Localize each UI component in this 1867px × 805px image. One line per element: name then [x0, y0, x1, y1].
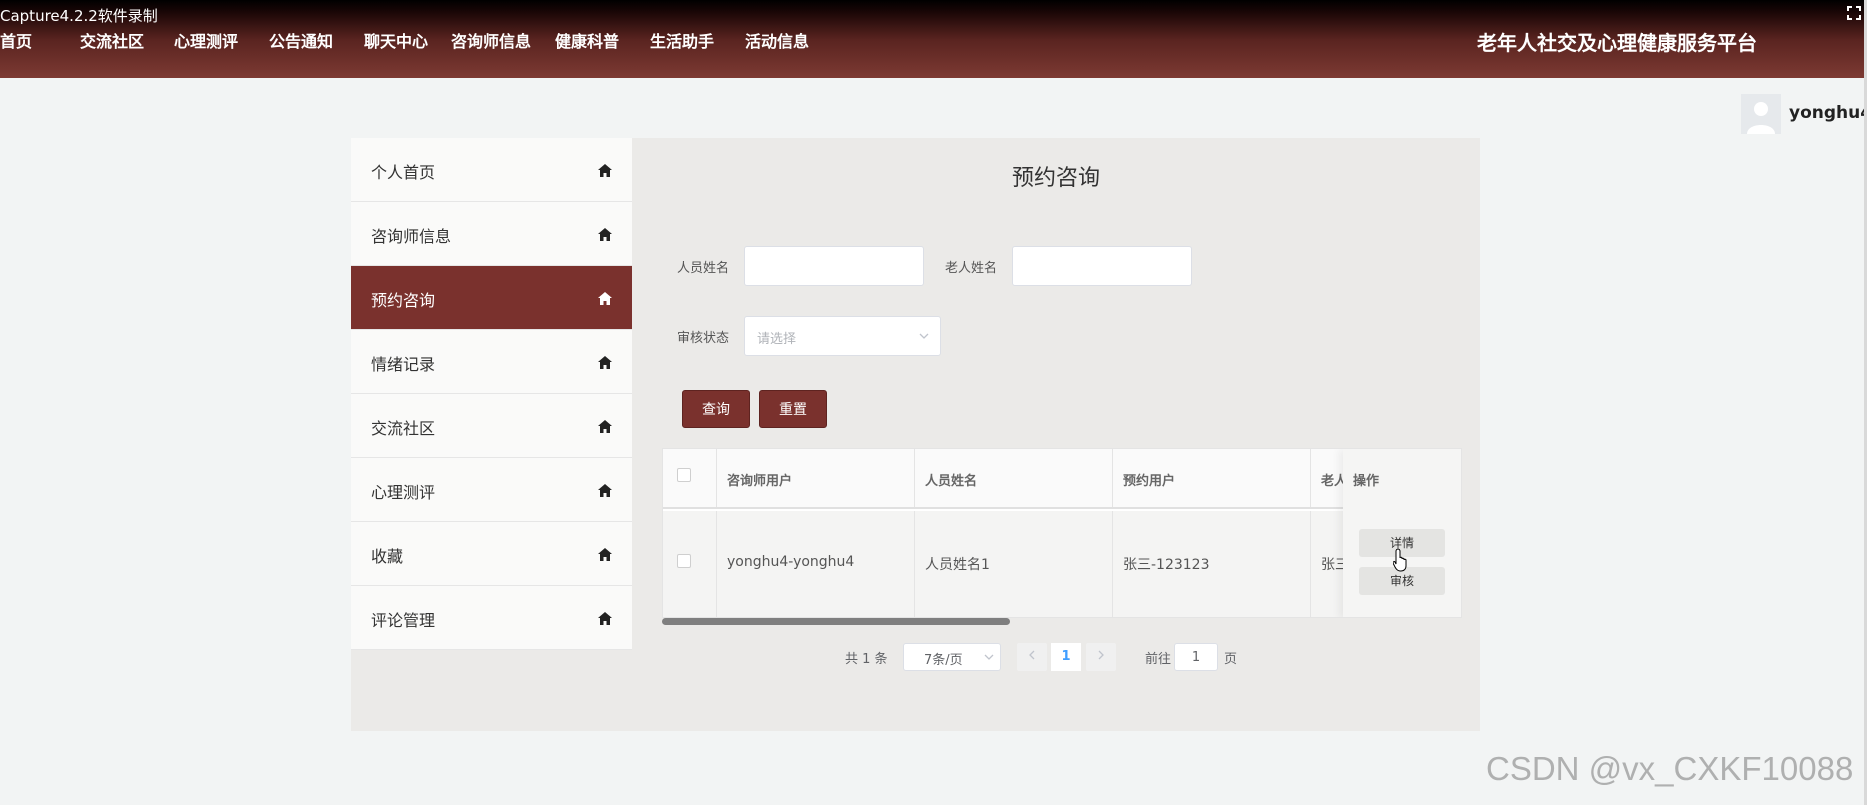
- page-suffix: 页: [1224, 652, 1238, 667]
- chevron-left-icon: [1029, 650, 1035, 660]
- avatar[interactable]: [1741, 94, 1781, 134]
- header-cell: 预约用户: [1113, 449, 1311, 507]
- sidebar-item-appointment[interactable]: 预约咨询: [351, 266, 632, 330]
- goto-page-input[interactable]: [1174, 643, 1218, 671]
- page-size-value: 7条/页: [924, 653, 963, 668]
- elder-name-label: 老人姓名: [945, 261, 998, 276]
- sidebar-item-label: 收藏: [371, 547, 404, 566]
- elder-name-input[interactable]: [1012, 246, 1192, 286]
- query-button[interactable]: 查询: [682, 390, 750, 428]
- nav-chat[interactable]: 聊天中心: [364, 28, 428, 52]
- cell-counselor: yonghu4-yonghu4: [727, 554, 855, 570]
- fullscreen-icon[interactable]: [1847, 6, 1861, 20]
- appointment-table: 咨询师用户 人员姓名 预约用户 老人 yonghu4-yonghu4 人员姓名1…: [662, 448, 1462, 618]
- page-number-current[interactable]: 1: [1051, 643, 1081, 671]
- window-title: Capture4.2.2软件录制: [0, 7, 158, 25]
- site-title: 老年人社交及心理健康服务平台: [1477, 31, 1757, 55]
- header-select-cell: [663, 449, 717, 507]
- column-header-counselor: 咨询师用户: [727, 474, 793, 489]
- page-size-select[interactable]: 7条/页: [903, 643, 1001, 671]
- sidebar-item-label: 预约咨询: [371, 291, 436, 310]
- home-icon: [598, 356, 612, 369]
- header-cell: 咨询师用户: [717, 449, 915, 507]
- select-all-checkbox[interactable]: [677, 468, 691, 482]
- nav-psych-test[interactable]: 心理测评: [174, 28, 238, 52]
- column-header-operation: 操作: [1353, 474, 1380, 489]
- next-page-button[interactable]: [1086, 643, 1116, 671]
- sidebar-item-favorites[interactable]: 收藏: [351, 522, 632, 586]
- home-icon: [598, 164, 612, 177]
- watermark: CSDN @vx_CXKF10088: [1486, 750, 1854, 787]
- home-icon: [598, 420, 612, 433]
- home-icon: [598, 484, 612, 497]
- home-icon: [598, 548, 612, 561]
- user-icon: [1747, 102, 1775, 134]
- sidebar-item-community[interactable]: 交流社区: [351, 394, 632, 458]
- reset-button[interactable]: 重置: [759, 390, 827, 428]
- nav-counselor-info[interactable]: 咨询师信息: [451, 28, 531, 52]
- sidebar-item-counselor-info[interactable]: 咨询师信息: [351, 202, 632, 266]
- person-name-input[interactable]: [744, 246, 924, 286]
- home-icon: [598, 292, 612, 305]
- status-placeholder: 请选择: [757, 332, 797, 347]
- main-content: 预约咨询 人员姓名 老人姓名 审核状态 请选择 查询 重置 咨询师用户 人员姓名: [632, 138, 1480, 731]
- chevron-right-icon: [1098, 650, 1104, 660]
- sidebar: 个人首页 咨询师信息 预约咨询 情绪记录 交流社区 心理测评 收藏 评论管理: [351, 138, 632, 650]
- table-horizontal-scrollbar[interactable]: [662, 618, 1462, 626]
- sidebar-item-label: 个人首页: [371, 163, 436, 182]
- chevron-down-icon: [984, 654, 994, 660]
- nav-life-assistant[interactable]: 生活助手: [650, 28, 714, 52]
- pagination-total: 共 1 条: [845, 652, 888, 667]
- home-icon: [598, 612, 612, 625]
- column-header-booking-user: 预约用户: [1123, 474, 1176, 489]
- header-cell: 人员姓名: [915, 449, 1113, 507]
- operation-column: 操作 详情 审核: [1343, 449, 1461, 617]
- scrollbar-thumb[interactable]: [662, 618, 1010, 625]
- chevron-down-icon: [919, 333, 929, 339]
- home-icon: [598, 228, 612, 241]
- sidebar-item-comments[interactable]: 评论管理: [351, 586, 632, 650]
- sidebar-item-profile-home[interactable]: 个人首页: [351, 138, 632, 202]
- content-panel: 个人首页 咨询师信息 预约咨询 情绪记录 交流社区 心理测评 收藏 评论管理 预…: [351, 138, 1480, 731]
- person-name-label: 人员姓名: [677, 261, 730, 276]
- table-cell: yonghu4-yonghu4: [717, 511, 915, 617]
- sidebar-item-label: 交流社区: [371, 419, 436, 438]
- nav-home[interactable]: 首页: [0, 28, 32, 52]
- row-checkbox[interactable]: [677, 554, 691, 568]
- nav-notice[interactable]: 公告通知: [269, 28, 333, 52]
- sidebar-item-label: 情绪记录: [371, 355, 436, 374]
- nav-community[interactable]: 交流社区: [80, 28, 144, 52]
- status-select[interactable]: 请选择: [744, 316, 941, 356]
- sidebar-item-label: 咨询师信息: [371, 227, 452, 246]
- prev-page-button[interactable]: [1017, 643, 1047, 671]
- hand-cursor-icon: [1393, 548, 1407, 572]
- goto-label: 前往: [1145, 652, 1172, 667]
- cell-booking-user: 张三-123123: [1123, 557, 1210, 573]
- username[interactable]: yonghu4: [1789, 103, 1867, 123]
- row-select-cell: [663, 511, 717, 617]
- table-cell: 人员姓名1: [915, 511, 1113, 617]
- cell-person-name: 人员姓名1: [925, 557, 990, 573]
- top-navigation-bar: Capture4.2.2软件录制 首页 交流社区 心理测评 公告通知 聊天中心 …: [0, 0, 1867, 78]
- table-cell: 张三-123123: [1113, 511, 1311, 617]
- nav-health-science[interactable]: 健康科普: [555, 28, 619, 52]
- sidebar-item-label: 评论管理: [371, 611, 436, 630]
- sidebar-item-psych-test[interactable]: 心理测评: [351, 458, 632, 522]
- nav-activities[interactable]: 活动信息: [745, 28, 809, 52]
- sidebar-item-label: 心理测评: [371, 483, 436, 502]
- status-label: 审核状态: [677, 331, 730, 346]
- column-header-person-name: 人员姓名: [925, 474, 978, 489]
- page-title: 预约咨询: [1011, 166, 1100, 191]
- sidebar-item-mood-record[interactable]: 情绪记录: [351, 330, 632, 394]
